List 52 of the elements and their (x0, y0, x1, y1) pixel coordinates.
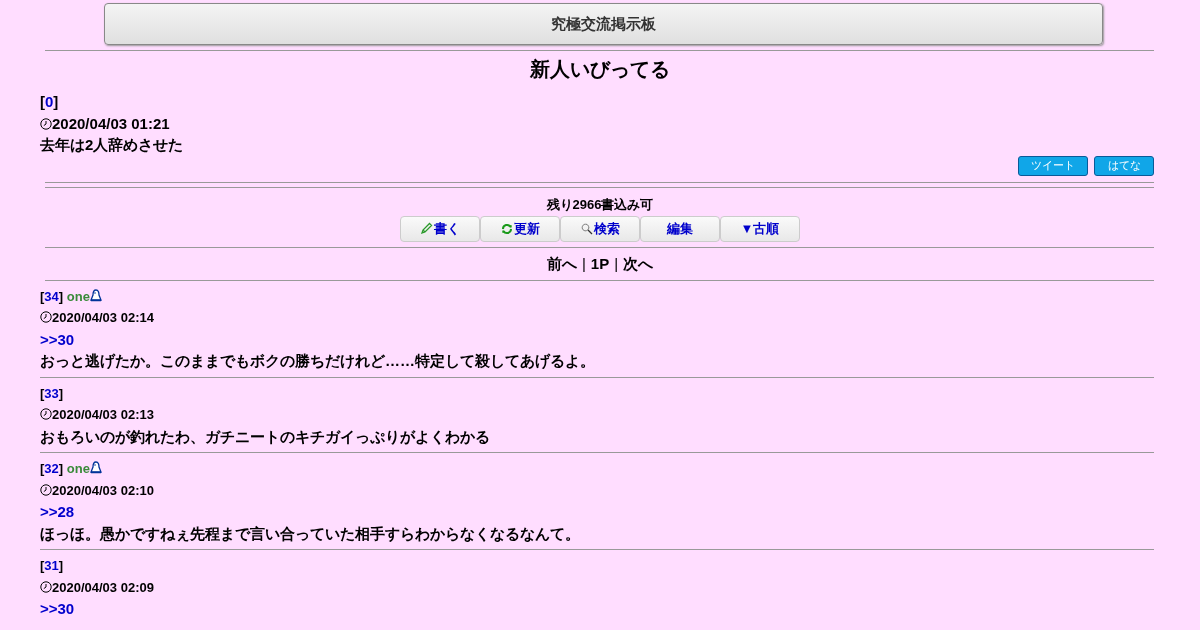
penguin-icon (89, 288, 102, 302)
bracket: [ (40, 93, 45, 110)
clock-icon (40, 580, 52, 593)
bracket: [ (40, 461, 45, 476)
poster-name: one (66, 288, 90, 304)
pencil-icon (420, 222, 433, 235)
post-number-link[interactable]: 0 (45, 93, 54, 110)
sort-order-button[interactable]: ▼古順 (720, 215, 800, 242)
poster-name: one (66, 461, 90, 476)
pager-link[interactable]: 1P (590, 247, 610, 280)
bracket: [ (40, 288, 45, 304)
clock-icon (40, 483, 52, 496)
reply-link[interactable]: >>28 (40, 503, 75, 520)
refresh-icon (500, 222, 513, 235)
clock-icon (40, 311, 52, 323)
separator: | (581, 253, 586, 274)
bracket: ] (58, 461, 64, 476)
clock-icon (40, 408, 52, 420)
post-number-link[interactable]: 32 (44, 461, 59, 476)
reply-link[interactable]: >>30 (40, 600, 75, 617)
post-body: おもろいのが釣れたわ、ガチニートのキチガイっぷりがよくわかる (40, 427, 490, 445)
post-body: ほっほ。愚かですねぇ先程まで言い合っていた相手すらわからなくなるなんて。 (40, 524, 580, 542)
search-icon (580, 222, 593, 235)
bracket: ] (58, 558, 64, 573)
edit-button[interactable]: 編集 (640, 215, 720, 242)
post-date: 2020/04/03 02:14 (52, 310, 154, 325)
board-title-bar[interactable]: 究極交流掲示板 (104, 3, 1103, 45)
separator: | (614, 253, 619, 274)
remaining-posts-count: 残り2966書込み可 (546, 196, 654, 213)
clock-icon (40, 117, 52, 130)
search-button[interactable]: 検索 (560, 215, 640, 242)
post-number-link[interactable]: 33 (44, 385, 59, 401)
post-body: おっと逃げたか。このままでもボクの勝ちだけれど……特定して殺してあげるよ。 (40, 352, 595, 369)
post-date: 2020/04/03 02:13 (52, 407, 154, 422)
write-button[interactable]: 書く (400, 215, 480, 242)
post-number-link[interactable]: 31 (44, 558, 59, 573)
pager-link[interactable]: 次へ (623, 247, 654, 280)
bracket: ] (58, 288, 64, 304)
post-date: 2020/04/03 02:09 (52, 579, 154, 595)
post-date: 2020/04/03 02:10 (52, 482, 154, 498)
post-number-link[interactable]: 34 (44, 288, 59, 304)
bracket: ] (58, 385, 64, 401)
thread-title: 新人いびってる (529, 57, 671, 82)
bracket: [ (40, 558, 45, 573)
post-date: 2020/04/03 01:21 (52, 114, 170, 132)
post-body: 去年は2人辞めさせた (40, 136, 184, 153)
bracket: ] (53, 93, 59, 110)
refresh-button[interactable]: 更新 (480, 215, 560, 242)
pager-link[interactable]: 前へ (546, 247, 577, 280)
penguin-icon (89, 461, 102, 474)
bracket: [ (40, 385, 45, 401)
reply-link[interactable]: >>30 (40, 330, 75, 348)
